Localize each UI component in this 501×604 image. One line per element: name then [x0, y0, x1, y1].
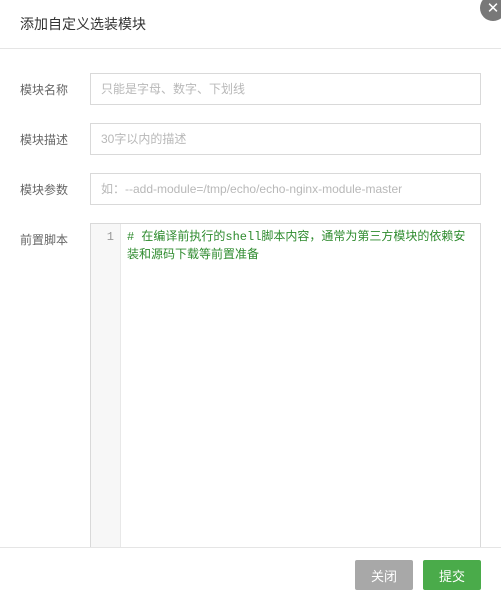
- close-icon: ✕: [487, 1, 500, 16]
- label-pre-script: 前置脚本: [20, 223, 90, 248]
- label-module-name: 模块名称: [20, 73, 90, 98]
- input-module-params[interactable]: [90, 173, 481, 205]
- code-editor-pre-script[interactable]: 1 # 在编译前执行的shell脚本内容，通常为第三方模块的依赖安装和源码下载等…: [90, 223, 481, 547]
- row-module-desc: 模块描述: [20, 123, 481, 155]
- modal-title: 添加自定义选装模块: [20, 14, 146, 34]
- label-module-params: 模块参数: [20, 173, 90, 198]
- modal-add-custom-module: ✕ 添加自定义选装模块 模块名称 模块描述 模块参数 前置脚本: [0, 0, 501, 604]
- input-module-name[interactable]: [90, 73, 481, 105]
- row-pre-script: 前置脚本 1 # 在编译前执行的shell脚本内容，通常为第三方模块的依赖安装和…: [20, 223, 481, 547]
- input-module-desc[interactable]: [90, 123, 481, 155]
- code-comment: # 在编译前执行的shell脚本内容，通常为第三方模块的依赖安装和源码下载等前置…: [127, 230, 465, 262]
- row-module-name: 模块名称: [20, 73, 481, 105]
- cancel-button[interactable]: 关闭: [355, 560, 413, 590]
- label-module-desc: 模块描述: [20, 123, 90, 148]
- modal-footer: 关闭 提交: [0, 547, 501, 604]
- submit-button[interactable]: 提交: [423, 560, 481, 590]
- modal-header: 添加自定义选装模块: [0, 0, 501, 49]
- row-module-params: 模块参数: [20, 173, 481, 205]
- code-gutter: 1: [91, 224, 121, 547]
- code-content[interactable]: # 在编译前执行的shell脚本内容，通常为第三方模块的依赖安装和源码下载等前置…: [121, 224, 480, 547]
- modal-body: 模块名称 模块描述 模块参数 前置脚本 1: [0, 49, 501, 547]
- line-number: 1: [91, 228, 114, 246]
